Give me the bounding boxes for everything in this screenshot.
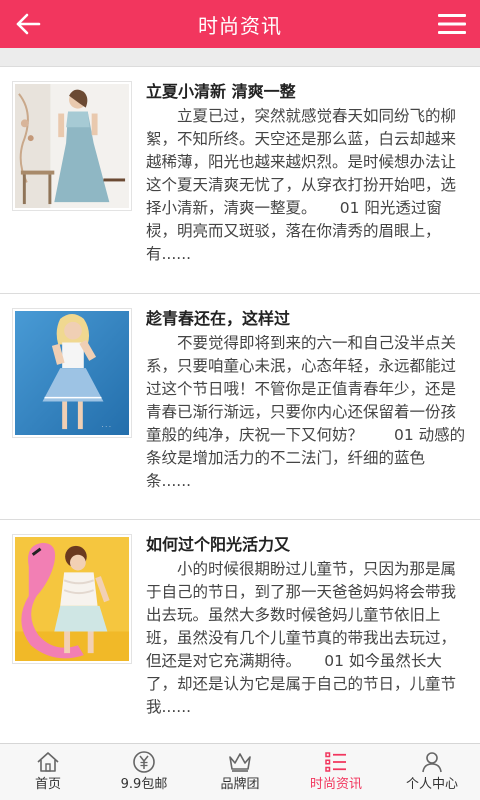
app-screen: 时尚资讯 立夏小清新 清爽一整 立夏已过，突然就感觉春天如同纷飞的柳絮，不知所终… [0, 0, 480, 800]
list-icon [325, 752, 346, 772]
article-title[interactable]: 立夏小清新 清爽一整 [146, 80, 468, 104]
photo-woman-flamingo-icon [15, 537, 129, 661]
tab-9-9-free-shipping[interactable]: 9.9包邮 [96, 744, 192, 800]
article-title[interactable]: 趁青春还在，这样过 [146, 307, 468, 331]
page-title: 时尚资讯 [198, 13, 282, 38]
article-summary: 不要觉得即将到来的六一和自己没半点关系，只要咱童心未泯，心态年轻，永远都能过过这… [146, 334, 466, 490]
tab-label: 品牌团 [220, 777, 260, 792]
article-thumbnail[interactable]: · · · [12, 308, 132, 438]
tab-label: 个人中心 [405, 777, 458, 792]
list-top-spacer [0, 48, 480, 67]
tab-personal-center[interactable]: 个人中心 [384, 744, 480, 800]
top-bar: 时尚资讯 [0, 0, 480, 48]
article-list: 立夏小清新 清爽一整 立夏已过，突然就感觉春天如同纷飞的柳絮，不知所终。天空还是… [0, 48, 480, 744]
back-arrow-icon [16, 13, 41, 35]
article-content: 立夏小清新 清爽一整 立夏已过，突然就感觉春天如同纷飞的柳絮，不知所终。天空还是… [146, 79, 468, 283]
article-content: 趁青春还在，这样过 不要觉得即将到来的六一和自己没半点关系，只要咱童心未泯，心态… [146, 306, 468, 509]
article-summary: 立夏已过，突然就感觉春天如同纷飞的柳絮，不知所终。天空还是那么蓝，白云却越来越稀… [146, 107, 457, 263]
photo-woman-blue-background-icon: · · · [15, 311, 129, 435]
photo-woman-blue-dress-icon [15, 84, 129, 208]
tab-label: 首页 [34, 777, 61, 792]
menu-button[interactable] [434, 8, 470, 40]
tab-home[interactable]: 首页 [0, 744, 96, 800]
crown-icon [229, 753, 251, 772]
article-content: 如何过个阳光活力又 小的时候很期盼过儿童节，只因为那是属于自己的节日，到了那一天… [146, 532, 468, 739]
yen-coin-icon [133, 751, 155, 773]
tab-fashion-news[interactable]: 时尚资讯 [288, 744, 384, 800]
article-summary: 小的时候很期盼过儿童节，只因为那是属于自己的节日，到了那一天爸爸妈妈将会带我出去… [146, 560, 457, 716]
home-icon [37, 752, 59, 772]
back-button[interactable] [12, 8, 44, 40]
article-thumbnail[interactable] [12, 81, 132, 211]
article-item[interactable]: 立夏小清新 清爽一整 立夏已过，突然就感觉春天如同纷飞的柳絮，不知所终。天空还是… [0, 67, 480, 294]
bottom-tab-bar: 首页 9.9包邮 品牌团 时尚资讯 个人中心 [0, 743, 480, 800]
article-thumbnail[interactable] [12, 534, 132, 664]
svg-text:· · ·: · · · [101, 425, 110, 431]
hamburger-menu-icon [438, 14, 466, 34]
article-item[interactable]: · · · 趁青春还在，这样过 不要觉得即将到来的六一和自己没半点关系，只要咱童… [0, 294, 480, 520]
tab-brand-group[interactable]: 品牌团 [192, 744, 288, 800]
tab-label: 时尚资讯 [309, 777, 362, 792]
tab-label: 9.9包邮 [120, 777, 168, 792]
article-item[interactable]: 如何过个阳光活力又 小的时候很期盼过儿童节，只因为那是属于自己的节日，到了那一天… [0, 520, 480, 744]
user-icon [422, 752, 442, 773]
article-title[interactable]: 如何过个阳光活力又 [146, 533, 468, 557]
